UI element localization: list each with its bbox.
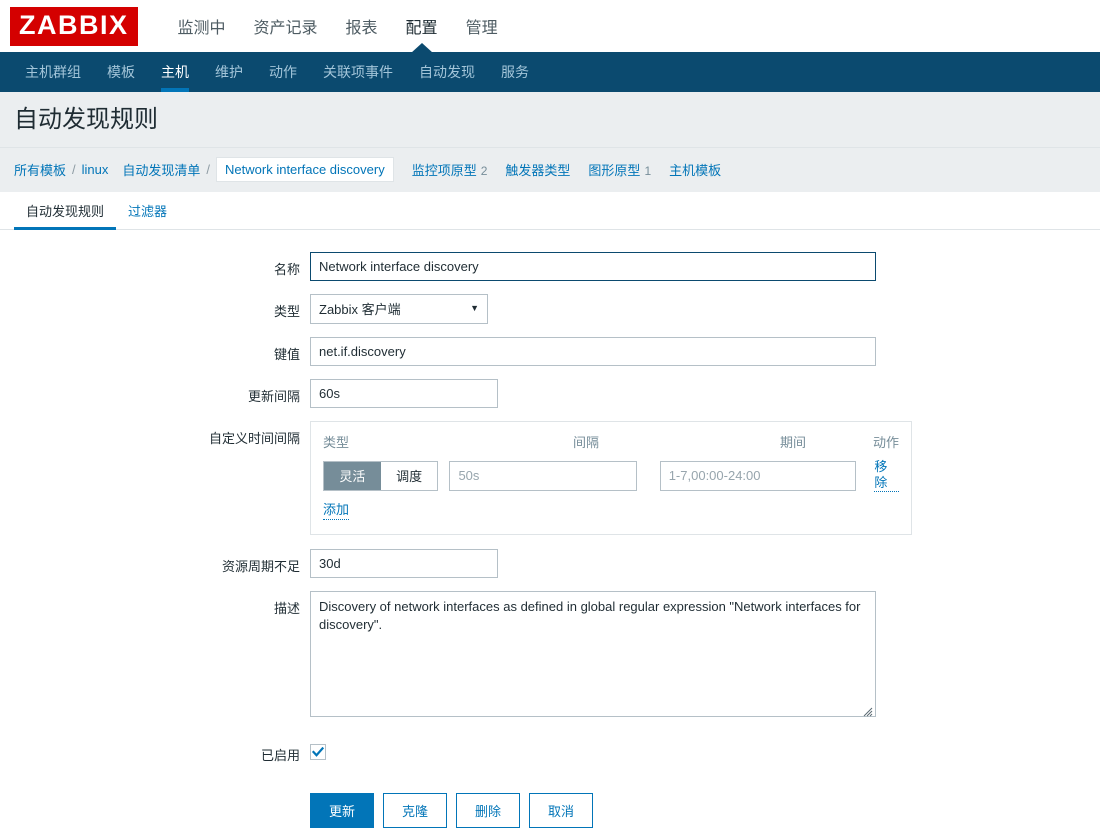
form-row-name: 名称 [0, 251, 1100, 281]
breadcrumb-host-prototypes-label: 主机模板 [669, 162, 722, 178]
subnav-item-services[interactable]: 服务 [488, 52, 542, 92]
type-label: 类型 [273, 303, 300, 319]
subnav-item-correlation[interactable]: 关联项事件 [310, 52, 406, 92]
breadcrumb-template-linux[interactable]: linux [82, 162, 109, 177]
tab-filters[interactable]: 过滤器 [116, 192, 179, 229]
update-interval-label: 更新间隔 [247, 388, 300, 404]
form-row-actions: 更新 克隆 删除 取消 [0, 777, 1100, 828]
main-navigation: 监测中 资产记录 报表 配置 管理 [164, 0, 512, 52]
tab-discovery-rule[interactable]: 自动发现规则 [14, 192, 117, 230]
top-header: ZABBIX 监测中 资产记录 报表 配置 管理 [0, 0, 1100, 52]
form-action-buttons: 更新 克隆 删除 取消 [310, 792, 1100, 828]
period-input[interactable]: 1-7,00:00-24:00 [659, 460, 857, 491]
breadcrumb-host-prototypes[interactable]: 主机模板 [669, 160, 721, 179]
mainnav-item-inventory[interactable]: 资产记录 [240, 0, 332, 52]
custom-intervals-header: 类型 间隔 期间 动作 [323, 432, 899, 451]
breadcrumb-trigger-prototypes-label: 触发器类型 [505, 162, 571, 178]
form-row-description: 描述 [0, 590, 1100, 720]
cancel-button[interactable]: 取消 [529, 792, 594, 828]
description-textarea[interactable] [310, 590, 876, 717]
key-input[interactable] [310, 336, 876, 366]
breadcrumb-graph-prototypes[interactable]: 图形原型 1 [588, 160, 651, 179]
checkmark-icon [312, 746, 324, 757]
breadcrumb-item-prototypes-label: 监控项原型 [411, 162, 477, 178]
breadcrumb-trigger-prototypes[interactable]: 触发器类型 [505, 160, 570, 179]
breadcrumb: 所有模板 / linux 自动发现清单 / Network interface … [0, 146, 1100, 192]
breadcrumb-graph-prototypes-count: 1 [644, 163, 652, 178]
key-label: 键值 [273, 346, 300, 362]
custom-interval-row: 灵活 调度 50s 1-7,00:00-24:00 移除 [323, 459, 899, 493]
period-input-placeholder: 1-7,00:00-24:00 [668, 468, 761, 484]
clone-button[interactable]: 克隆 [383, 792, 448, 828]
enabled-label: 已启用 [260, 747, 300, 763]
remove-interval-link[interactable]: 移除 [874, 459, 899, 493]
chevron-down-icon: ▼ [470, 303, 479, 314]
sub-navigation: 主机群组 模板 主机 维护 动作 关联项事件 自动发现 服务 [0, 52, 1100, 92]
toggle-option-scheduling[interactable]: 调度 [380, 461, 438, 490]
mainnav-item-monitoring[interactable]: 监测中 [164, 0, 240, 52]
interval-input[interactable]: 50s [449, 460, 637, 491]
page-title: 自动发现规则 [14, 106, 158, 133]
mainnav-item-administration[interactable]: 管理 [452, 0, 512, 52]
column-header-type: 类型 [323, 434, 350, 450]
name-label: 名称 [273, 261, 300, 277]
add-interval-link[interactable]: 添加 [323, 502, 350, 520]
subnav-item-actions[interactable]: 动作 [256, 52, 310, 92]
toggle-option-flexible[interactable]: 灵活 [324, 461, 381, 490]
breadcrumb-all-templates[interactable]: 所有模板 [14, 160, 66, 179]
subnav-item-hosts[interactable]: 主机 [148, 52, 202, 92]
update-interval-input[interactable] [310, 378, 498, 408]
breadcrumb-item-prototypes-count: 2 [480, 163, 488, 178]
custom-intervals-table: 类型 间隔 期间 动作 灵活 调度 50s 1-7,00:00-24:00 移除… [310, 420, 912, 535]
form-row-enabled: 已启用 [0, 738, 1100, 764]
breadcrumb-separator-1: / [72, 161, 76, 177]
enabled-checkbox[interactable] [310, 743, 326, 760]
subnav-item-maintenance[interactable]: 维护 [202, 52, 256, 92]
form-row-type: 类型 Zabbix 客户端 ▼ [0, 293, 1100, 324]
form-row-lifetime: 资源周期不足 [0, 548, 1100, 578]
name-input[interactable] [310, 251, 876, 281]
mainnav-item-configuration[interactable]: 配置 [392, 0, 452, 52]
page-header: 自动发现规则 [0, 92, 1100, 147]
zabbix-logo[interactable]: ZABBIX [10, 6, 138, 46]
column-header-action: 动作 [872, 434, 899, 450]
breadcrumb-current-rule[interactable]: Network interface discovery [216, 156, 394, 182]
custom-intervals-label: 自定义时间间隔 [208, 430, 300, 446]
breadcrumb-separator-2: / [206, 161, 211, 177]
breadcrumb-item-prototypes[interactable]: 监控项原型 2 [412, 160, 488, 179]
breadcrumb-graph-prototypes-label: 图形原型 [588, 162, 641, 178]
form-row-key: 键值 [0, 336, 1100, 366]
interval-input-placeholder: 50s [458, 468, 480, 484]
subnav-item-host-groups[interactable]: 主机群组 [12, 52, 94, 92]
column-header-interval: 间隔 [573, 434, 600, 450]
description-label: 描述 [273, 600, 300, 616]
form-row-custom-intervals: 自定义时间间隔 类型 间隔 期间 动作 灵活 调度 50s 1-7,00:00-… [0, 420, 1100, 535]
lifetime-label: 资源周期不足 [221, 558, 300, 574]
form-row-update-interval: 更新间隔 [0, 378, 1100, 408]
type-select[interactable]: Zabbix 客户端 ▼ [310, 293, 488, 324]
form-tabs: 自动发现规则 过滤器 [0, 191, 1100, 230]
breadcrumb-discovery-list[interactable]: 自动发现清单 [122, 160, 200, 179]
column-header-period: 期间 [780, 434, 807, 450]
subnav-item-templates[interactable]: 模板 [94, 52, 148, 92]
delete-button[interactable]: 删除 [456, 792, 521, 828]
lifetime-input[interactable] [310, 548, 498, 578]
mainnav-item-reports[interactable]: 报表 [332, 0, 392, 52]
interval-type-toggle[interactable]: 灵活 调度 [323, 460, 439, 491]
discovery-rule-form: 名称 类型 Zabbix 客户端 ▼ 键值 更新间隔 自定义时间间隔 [0, 229, 1100, 828]
custom-intervals-footer: 添加 [323, 502, 899, 520]
type-select-value: Zabbix 客户端 [319, 302, 401, 318]
subnav-item-discovery[interactable]: 自动发现 [406, 52, 488, 92]
update-button[interactable]: 更新 [310, 792, 375, 828]
